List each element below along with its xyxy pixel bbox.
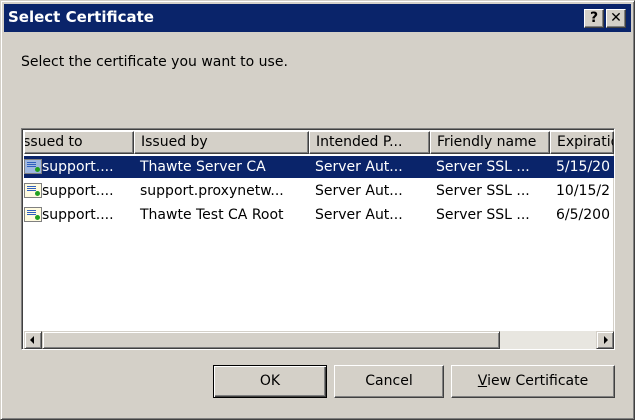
table-row[interactable]: support.... support.proxynetw... Server … <box>24 180 614 202</box>
table-row[interactable]: support.... Thawte Test CA Root Server A… <box>24 204 614 226</box>
cell-friendly-name: Server SSL ... <box>436 159 530 175</box>
title-bar[interactable]: Select Certificate ? ✕ <box>4 4 631 32</box>
help-button[interactable]: ? <box>584 9 604 28</box>
scrollbar-thumb[interactable] <box>42 331 500 349</box>
cancel-button[interactable]: Cancel <box>334 365 444 398</box>
cell-expiration: 6/5/200 <box>556 207 610 223</box>
cell-intended-purposes: Server Aut... <box>315 183 403 199</box>
cell-expiration: 5/15/20 <box>556 159 610 175</box>
column-header-intended-purposes[interactable]: Intended P... <box>309 131 430 154</box>
cell-issued-by: Thawte Test CA Root <box>140 207 284 223</box>
view-certificate-mnemonic: V <box>477 373 488 389</box>
cell-intended-purposes: Server Aut... <box>315 207 403 223</box>
list-header: Issued to Issued by Intended P... Friend… <box>24 131 614 154</box>
select-certificate-dialog: Select Certificate ? ✕ Select the certif… <box>0 0 635 420</box>
table-row[interactable]: support.... Thawte Server CA Server Aut.… <box>24 156 614 178</box>
cell-issued-to: support.... <box>42 159 114 175</box>
cell-friendly-name: Server SSL ... <box>436 183 530 199</box>
cell-intended-purposes: Server Aut... <box>315 159 403 175</box>
cell-issued-to: support.... <box>42 207 114 223</box>
instruction-text: Select the certificate you want to use. <box>21 54 288 70</box>
arrow-right-icon <box>604 336 608 344</box>
cell-issued-by: Thawte Server CA <box>140 159 266 175</box>
cell-issued-by: support.proxynetw... <box>140 183 284 199</box>
column-header-issued-to[interactable]: Issued to <box>24 131 134 154</box>
column-header-expiration[interactable]: Expiratio <box>550 131 614 154</box>
column-header-friendly-name[interactable]: Friendly name <box>430 131 550 154</box>
scroll-left-button[interactable] <box>24 331 42 349</box>
ok-button[interactable]: OK <box>213 365 327 398</box>
arrow-left-icon <box>30 336 34 344</box>
cell-friendly-name: Server SSL ... <box>436 207 530 223</box>
cell-issued-to: support.... <box>42 183 114 199</box>
dialog-title: Select Certificate <box>8 8 154 26</box>
close-button[interactable]: ✕ <box>606 9 626 28</box>
horizontal-scrollbar[interactable] <box>24 331 614 349</box>
view-certificate-label: iew Certificate <box>487 373 589 389</box>
view-certificate-button[interactable]: View Certificate <box>451 365 615 398</box>
cell-expiration: 10/15/2 <box>556 183 610 199</box>
certificate-list[interactable]: Issued to Issued by Intended P... Friend… <box>21 128 615 350</box>
column-header-issued-by[interactable]: Issued by <box>134 131 309 154</box>
scroll-right-button[interactable] <box>596 331 614 349</box>
